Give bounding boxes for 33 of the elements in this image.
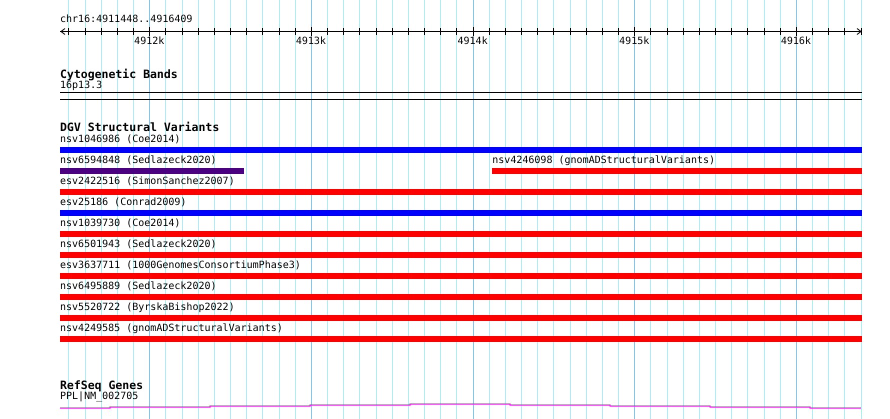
variant-bar[interactable] — [492, 168, 862, 174]
variant-label: nsv1046986 (Coe2014) — [60, 134, 180, 146]
variant-bar[interactable] — [60, 294, 862, 300]
variant-label: nsv6495889 (Sedlazeck2020) — [60, 281, 217, 293]
variant-bar[interactable] — [60, 336, 862, 342]
variant-bar[interactable] — [60, 189, 862, 195]
track-title: DGV Structural Variants — [60, 121, 220, 133]
variant-bar[interactable] — [60, 231, 862, 237]
variant-label: nsv1039730 (Coe2014) — [60, 218, 180, 230]
gene-label: PPL|NM_002705 — [60, 391, 138, 403]
variant-label: esv3637711 (1000GenomesConsortiumPhase3) — [60, 260, 301, 272]
variant-label: esv2422516 (SimonSanchez2007) — [60, 176, 235, 188]
variant-bar[interactable] — [60, 147, 862, 153]
ruler-tick-label: 4912k — [134, 36, 164, 48]
variant-bar[interactable] — [60, 210, 862, 216]
band-label: 16p13.3 — [60, 80, 102, 92]
variant-bar[interactable] — [60, 273, 862, 279]
variant-label: nsv4246098 (gnomADStructuralVariants) — [492, 155, 716, 167]
variant-bar[interactable] — [60, 315, 862, 321]
variant-label: nsv4249585 (gnomADStructuralVariants) — [60, 323, 283, 335]
ruler-tick-label: 4916k — [780, 36, 811, 48]
track-title: Cytogenetic Bands — [60, 68, 178, 80]
variant-bar[interactable] — [60, 252, 862, 258]
variant-label: nsv6594848 (Sedlazeck2020) — [60, 155, 217, 167]
variant-label: nsv6501943 (Sedlazeck2020) — [60, 239, 217, 251]
ruler-tick-label: 4915k — [619, 36, 650, 48]
variant-label: esv25186 (Conrad2009) — [60, 197, 186, 209]
locus-label: chr16:4911448..4916409 — [60, 14, 192, 26]
variant-bar[interactable] — [60, 168, 244, 174]
ruler-tick-label: 4913k — [296, 36, 326, 48]
variant-label: nsv5520722 (ByrskaBishop2022) — [60, 302, 235, 314]
ruler-tick-label: 4914k — [458, 36, 488, 48]
track-title: RefSeq Genes — [60, 379, 144, 391]
